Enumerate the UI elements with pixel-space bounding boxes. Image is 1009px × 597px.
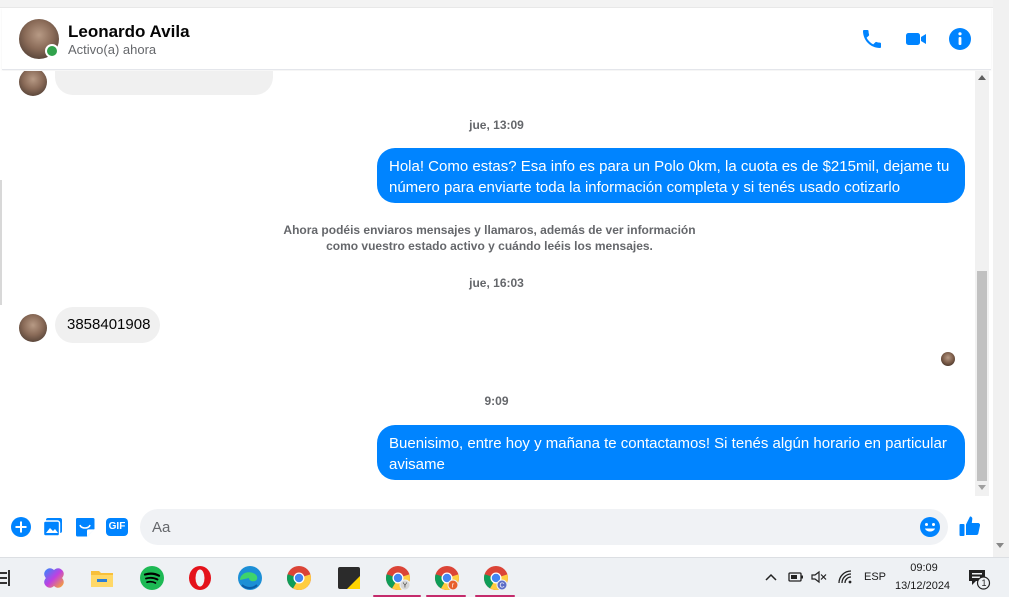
outgoing-message[interactable]: Hola! Como estas? Esa info es para un Po… <box>377 148 965 203</box>
contact-name[interactable]: Leonardo Avila <box>68 22 190 42</box>
task-view-icon[interactable] <box>0 570 10 586</box>
read-receipt-avatar <box>941 352 955 366</box>
contact-avatar-small[interactable] <box>19 71 47 96</box>
message-input[interactable] <box>140 509 948 545</box>
sticker-icon[interactable] <box>74 516 96 538</box>
speaker-muted-icon[interactable] <box>811 570 827 584</box>
video-camera-icon[interactable] <box>904 27 928 51</box>
incoming-message[interactable]: 3858401908 <box>55 307 160 343</box>
contact-avatar-small[interactable] <box>19 314 47 342</box>
wifi-icon[interactable] <box>837 569 853 585</box>
browser-top-strip <box>0 0 1009 8</box>
clock-date[interactable]: 13/12/2024 <box>895 580 950 592</box>
tray-chevron-up-icon[interactable] <box>765 572 777 582</box>
message-list[interactable]: jue, 13:09 Hola! Como estas? Esa info es… <box>2 71 991 497</box>
file-explorer-icon[interactable] <box>88 564 116 592</box>
notification-count: 1 <box>981 578 987 588</box>
timestamp: jue, 13:09 <box>469 118 524 132</box>
chat-scrollbar[interactable] <box>975 71 989 496</box>
scroll-down-arrow[interactable] <box>978 485 986 490</box>
plus-icon[interactable] <box>10 516 32 538</box>
spotify-icon[interactable] <box>138 564 166 592</box>
windows-taskbar: Y r C ESP 09:09 13/12/2024 1 <box>0 557 1009 597</box>
scroll-up-arrow[interactable] <box>978 75 986 80</box>
system-note: Ahora podéis enviaros mensajes y llamaro… <box>283 223 696 253</box>
chrome-icon[interactable] <box>285 564 313 592</box>
edge-icon[interactable] <box>236 564 264 592</box>
chrome-profile-c-icon[interactable]: C <box>482 564 510 592</box>
scroll-down-arrow[interactable] <box>996 543 1004 548</box>
conversation-header: Leonardo Avila Activo(a) ahora <box>2 8 991 70</box>
messenger-window: Leonardo Avila Activo(a) ahora jue, 13:0… <box>0 0 1009 597</box>
timestamp: jue, 16:03 <box>469 276 524 290</box>
audio-message-bubble[interactable] <box>55 71 273 95</box>
chrome-profile-y-icon[interactable]: Y <box>384 564 412 592</box>
thumbs-up-icon[interactable] <box>958 514 982 538</box>
page-scrollbar[interactable] <box>993 0 1009 557</box>
outgoing-message[interactable]: Buenisimo, entre hoy y mañana te contact… <box>377 425 965 480</box>
timestamp: 9:09 <box>484 394 509 408</box>
gif-icon[interactable]: GIF <box>106 518 128 536</box>
svg-text:C: C <box>499 583 504 590</box>
message-composer: GIF <box>2 497 991 557</box>
chrome-profile-r-icon[interactable]: r <box>433 564 461 592</box>
clock-time[interactable]: 09:09 <box>909 562 939 574</box>
notes-icon[interactable] <box>335 564 363 592</box>
contact-status: Activo(a) ahora <box>68 42 157 57</box>
phone-icon[interactable] <box>860 27 884 51</box>
image-icon[interactable] <box>42 516 64 538</box>
battery-plug-icon[interactable] <box>788 570 804 584</box>
language-indicator[interactable]: ESP <box>864 571 886 583</box>
online-indicator <box>45 44 59 58</box>
opera-icon[interactable] <box>186 564 214 592</box>
scrollbar-thumb[interactable] <box>977 271 987 481</box>
info-icon[interactable] <box>948 27 972 51</box>
emoji-icon[interactable] <box>919 516 941 538</box>
svg-text:Y: Y <box>403 583 408 590</box>
copilot-icon[interactable] <box>40 564 68 592</box>
